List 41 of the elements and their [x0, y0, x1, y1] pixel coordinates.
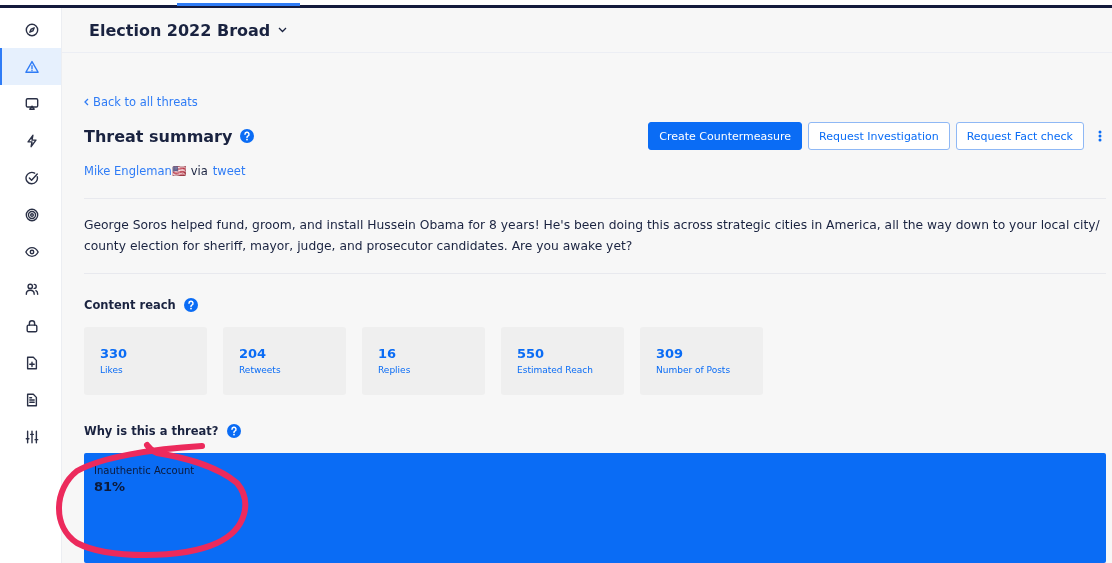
- outline-button[interactable]: Request Investigation: [808, 122, 950, 150]
- outline-button[interactable]: Request Fact check: [955, 122, 1084, 150]
- back-link[interactable]: Back to all threats: [84, 95, 198, 109]
- sliders-icon: [24, 429, 39, 444]
- section-title: Content reach: [84, 298, 176, 312]
- stat-value: 309: [656, 346, 685, 361]
- chevron-left-icon: [84, 98, 89, 106]
- chevron-down-icon: [278, 27, 288, 33]
- threat-label: Inauthentic Account: [94, 465, 196, 476]
- stat-label: Estimated Reach: [517, 365, 594, 375]
- people-icon: [24, 281, 39, 296]
- primary-button[interactable]: Create Countermeasure: [648, 122, 803, 150]
- project-dropdown[interactable]: Election 2022 Broad: [89, 20, 288, 40]
- author-link[interactable]: Mike Engleman🇺🇸: [84, 164, 186, 178]
- check-icon: [24, 170, 39, 185]
- file-plus-icon: [24, 355, 39, 370]
- section-title: Why is this a threat?: [84, 424, 219, 438]
- section-title: Threat summary: [84, 126, 233, 146]
- warning-icon: [24, 59, 39, 74]
- lock-icon: [24, 318, 39, 333]
- stat-label: Retweets: [239, 365, 282, 375]
- via-text: via: [190, 164, 208, 178]
- screen-icon: [24, 96, 39, 111]
- help-icon[interactable]: [226, 424, 241, 438]
- stat-label: Number of Posts: [656, 365, 732, 375]
- threat-percent: 81%: [94, 479, 127, 494]
- stat-label: Replies: [378, 365, 412, 375]
- stat-value: 204: [239, 346, 268, 361]
- bolt-icon: [24, 133, 39, 148]
- stat-label: Likes: [100, 365, 124, 375]
- post-text: George Soros helped fund, groom, and install Hussein Obama for 8 years! He's been doing this across strategic cities in America, all the way down to your local city/county election for sheriff, mayor, judge, and prosecutor candidates. Are you awake yet?: [84, 217, 1101, 255]
- stat-value: 330: [100, 346, 129, 361]
- eye-icon: [24, 244, 39, 259]
- stat-value: 16: [378, 346, 398, 361]
- stat-value: 550: [517, 346, 546, 361]
- compass-icon: [24, 22, 39, 37]
- help-icon[interactable]: [183, 298, 198, 312]
- target-icon: [24, 207, 39, 222]
- document-icon: [24, 392, 39, 407]
- help-icon[interactable]: [240, 129, 255, 143]
- source-link[interactable]: tweet: [212, 164, 246, 178]
